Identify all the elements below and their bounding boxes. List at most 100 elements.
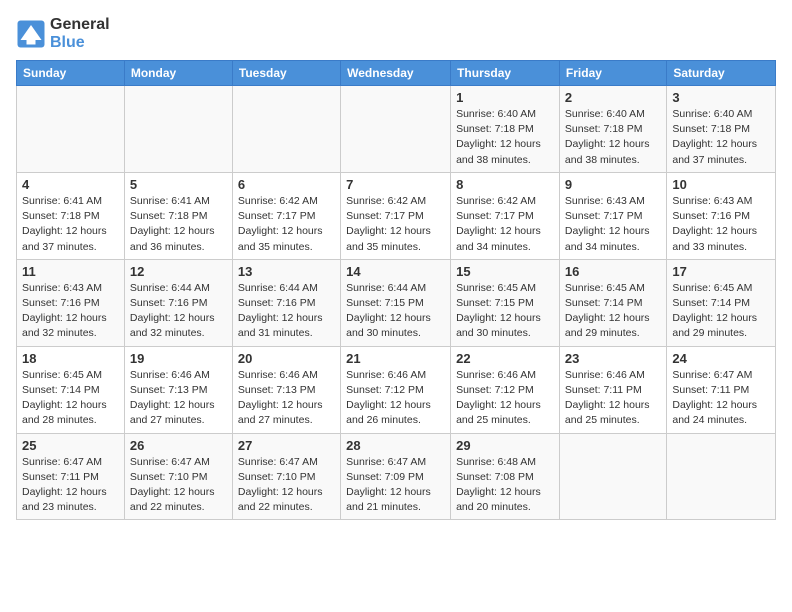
calendar-cell: 5 Sunrise: 6:41 AM Sunset: 7:18 PM Daylig… [124, 172, 232, 259]
day-number: 5 [130, 177, 227, 192]
calendar-week-3: 11Sunrise: 6:43 AM Sunset: 7:16 PM Dayli… [17, 259, 776, 346]
calendar-cell: 26 Sunrise: 6:47 AM Sunset: 7:10 PM Dayli… [124, 433, 232, 520]
weekday-header-saturday: Saturday [667, 61, 776, 86]
day-number: 10 [672, 177, 770, 192]
calendar-cell: 8 Sunrise: 6:42 AM Sunset: 7:17 PM Daylig… [451, 172, 560, 259]
day-info: Sunrise: 6:43 AM Sunset: 7:17 PM Dayligh… [565, 194, 661, 255]
day-number: 9 [565, 177, 661, 192]
calendar-cell: 22 Sunrise: 6:46 AM Sunset: 7:12 PM Dayli… [451, 346, 560, 433]
calendar-cell: 21Sunrise: 6:46 AM Sunset: 7:12 PM Dayli… [341, 346, 451, 433]
calendar-cell: 20 Sunrise: 6:46 AM Sunset: 7:13 PM Dayli… [232, 346, 340, 433]
calendar-cell [232, 86, 340, 173]
day-info: Sunrise: 6:43 AM Sunset: 7:16 PM Dayligh… [22, 281, 119, 342]
day-number: 15 [456, 264, 554, 279]
day-info: Sunrise: 6:46 AM Sunset: 7:12 PM Dayligh… [456, 368, 554, 429]
calendar-cell: 12 Sunrise: 6:44 AM Sunset: 7:16 PM Dayli… [124, 259, 232, 346]
day-info: Sunrise: 6:45 AM Sunset: 7:15 PM Dayligh… [456, 281, 554, 342]
day-info: Sunrise: 6:46 AM Sunset: 7:13 PM Dayligh… [238, 368, 335, 429]
day-number: 27 [238, 438, 335, 453]
day-info: Sunrise: 6:40 AM Sunset: 7:18 PM Dayligh… [456, 107, 554, 168]
calendar-cell [124, 86, 232, 173]
day-number: 17 [672, 264, 770, 279]
day-info: Sunrise: 6:48 AM Sunset: 7:08 PM Dayligh… [456, 455, 554, 516]
day-number: 25 [22, 438, 119, 453]
calendar-cell: 4Sunrise: 6:41 AM Sunset: 7:18 PM Daylig… [17, 172, 125, 259]
day-info: Sunrise: 6:42 AM Sunset: 7:17 PM Dayligh… [238, 194, 335, 255]
day-info: Sunrise: 6:42 AM Sunset: 7:17 PM Dayligh… [346, 194, 445, 255]
logo-icon [16, 19, 46, 49]
day-info: Sunrise: 6:47 AM Sunset: 7:09 PM Dayligh… [346, 455, 445, 516]
calendar-cell: 19 Sunrise: 6:46 AM Sunset: 7:13 PM Dayli… [124, 346, 232, 433]
day-number: 21 [346, 351, 445, 366]
day-info: Sunrise: 6:45 AM Sunset: 7:14 PM Dayligh… [565, 281, 661, 342]
weekday-header-sunday: Sunday [17, 61, 125, 86]
calendar-cell: 15 Sunrise: 6:45 AM Sunset: 7:15 PM Dayli… [451, 259, 560, 346]
calendar-cell [341, 86, 451, 173]
day-number: 12 [130, 264, 227, 279]
day-info: Sunrise: 6:47 AM Sunset: 7:10 PM Dayligh… [238, 455, 335, 516]
calendar-table: SundayMondayTuesdayWednesdayThursdayFrid… [16, 60, 776, 520]
day-info: Sunrise: 6:46 AM Sunset: 7:11 PM Dayligh… [565, 368, 661, 429]
day-info: Sunrise: 6:42 AM Sunset: 7:17 PM Dayligh… [456, 194, 554, 255]
calendar-cell: 11Sunrise: 6:43 AM Sunset: 7:16 PM Dayli… [17, 259, 125, 346]
page-header: General Blue [16, 16, 776, 52]
day-number: 18 [22, 351, 119, 366]
calendar-cell: 1 Sunrise: 6:40 AM Sunset: 7:18 PM Daylig… [451, 86, 560, 173]
weekday-header-wednesday: Wednesday [341, 61, 451, 86]
day-number: 28 [346, 438, 445, 453]
calendar-cell: 24Sunrise: 6:47 AM Sunset: 7:11 PM Dayli… [667, 346, 776, 433]
calendar-cell: 29 Sunrise: 6:48 AM Sunset: 7:08 PM Dayli… [451, 433, 560, 520]
weekday-header-tuesday: Tuesday [232, 61, 340, 86]
day-number: 8 [456, 177, 554, 192]
calendar-cell: 27 Sunrise: 6:47 AM Sunset: 7:10 PM Dayli… [232, 433, 340, 520]
calendar-header: SundayMondayTuesdayWednesdayThursdayFrid… [17, 61, 776, 86]
calendar-cell: 9 Sunrise: 6:43 AM Sunset: 7:17 PM Daylig… [559, 172, 666, 259]
calendar-cell: 14Sunrise: 6:44 AM Sunset: 7:15 PM Dayli… [341, 259, 451, 346]
day-info: Sunrise: 6:46 AM Sunset: 7:13 PM Dayligh… [130, 368, 227, 429]
day-number: 22 [456, 351, 554, 366]
calendar-cell [17, 86, 125, 173]
weekday-header-monday: Monday [124, 61, 232, 86]
day-number: 19 [130, 351, 227, 366]
calendar-cell: 17 Sunrise: 6:45 AM Sunset: 7:14 PM Dayli… [667, 259, 776, 346]
day-info: Sunrise: 6:47 AM Sunset: 7:11 PM Dayligh… [672, 368, 770, 429]
day-number: 29 [456, 438, 554, 453]
day-number: 16 [565, 264, 661, 279]
calendar-cell: 18 Sunrise: 6:45 AM Sunset: 7:14 PM Dayli… [17, 346, 125, 433]
day-number: 26 [130, 438, 227, 453]
calendar-cell: 2 Sunrise: 6:40 AM Sunset: 7:18 PM Daylig… [559, 86, 666, 173]
logo: General Blue [16, 16, 110, 52]
calendar-cell: 10 Sunrise: 6:43 AM Sunset: 7:16 PM Dayli… [667, 172, 776, 259]
calendar-cell: 13 Sunrise: 6:44 AM Sunset: 7:16 PM Dayli… [232, 259, 340, 346]
day-number: 4 [22, 177, 119, 192]
day-number: 23 [565, 351, 661, 366]
day-info: Sunrise: 6:41 AM Sunset: 7:18 PM Dayligh… [130, 194, 227, 255]
day-info: Sunrise: 6:40 AM Sunset: 7:18 PM Dayligh… [565, 107, 661, 168]
weekday-header-friday: Friday [559, 61, 666, 86]
day-info: Sunrise: 6:44 AM Sunset: 7:15 PM Dayligh… [346, 281, 445, 342]
day-info: Sunrise: 6:47 AM Sunset: 7:10 PM Dayligh… [130, 455, 227, 516]
calendar-cell: 3Sunrise: 6:40 AM Sunset: 7:18 PM Daylig… [667, 86, 776, 173]
calendar-cell: 25 Sunrise: 6:47 AM Sunset: 7:11 PM Dayli… [17, 433, 125, 520]
day-info: Sunrise: 6:47 AM Sunset: 7:11 PM Dayligh… [22, 455, 119, 516]
calendar-cell: 16 Sunrise: 6:45 AM Sunset: 7:14 PM Dayli… [559, 259, 666, 346]
calendar-cell [559, 433, 666, 520]
day-number: 13 [238, 264, 335, 279]
day-number: 2 [565, 90, 661, 105]
day-number: 3 [672, 90, 770, 105]
day-info: Sunrise: 6:45 AM Sunset: 7:14 PM Dayligh… [672, 281, 770, 342]
calendar-week-1: 1 Sunrise: 6:40 AM Sunset: 7:18 PM Daylig… [17, 86, 776, 173]
day-number: 1 [456, 90, 554, 105]
day-info: Sunrise: 6:44 AM Sunset: 7:16 PM Dayligh… [238, 281, 335, 342]
calendar-week-4: 18 Sunrise: 6:45 AM Sunset: 7:14 PM Dayli… [17, 346, 776, 433]
logo-text: General Blue [50, 16, 110, 52]
weekday-header-thursday: Thursday [451, 61, 560, 86]
day-number: 20 [238, 351, 335, 366]
calendar-cell [667, 433, 776, 520]
day-info: Sunrise: 6:43 AM Sunset: 7:16 PM Dayligh… [672, 194, 770, 255]
calendar-cell: 6Sunrise: 6:42 AM Sunset: 7:17 PM Daylig… [232, 172, 340, 259]
day-number: 7 [346, 177, 445, 192]
calendar-week-2: 4 Sunrise: 6:41 AM Sunset: 7:18 PM Daylig… [17, 172, 776, 259]
day-info: Sunrise: 6:45 AM Sunset: 7:14 PM Dayligh… [22, 368, 119, 429]
day-info: Sunrise: 6:44 AM Sunset: 7:16 PM Dayligh… [130, 281, 227, 342]
